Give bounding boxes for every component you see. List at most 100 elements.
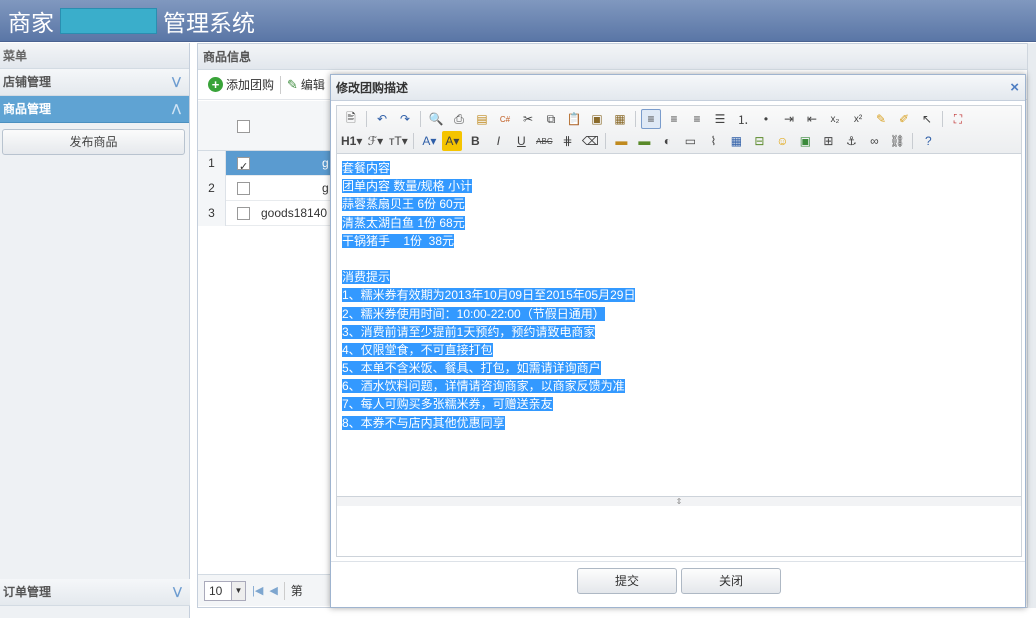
- cut-icon[interactable]: ✂: [518, 109, 538, 129]
- select-all-checkbox[interactable]: [237, 120, 250, 133]
- table-row[interactable]: 3 goods18140: [198, 201, 338, 226]
- page-size-value: 10: [209, 583, 223, 598]
- sidebar-group-orders[interactable]: 订单管理 ⋁: [0, 579, 190, 606]
- close-icon[interactable]: ×: [1010, 75, 1019, 101]
- template-icon[interactable]: ▤: [472, 109, 492, 129]
- submit-button[interactable]: 提交: [577, 568, 677, 594]
- sidebar-group-shop[interactable]: 店铺管理 ⋁: [0, 69, 189, 96]
- table-row[interactable]: 2 g: [198, 176, 338, 201]
- image-icon[interactable]: ▬: [611, 131, 631, 151]
- multi-image-icon[interactable]: ▬: [634, 131, 654, 151]
- eraser-icon[interactable]: ⌫: [580, 131, 600, 151]
- anchor-icon[interactable]: ⚓: [841, 131, 861, 151]
- edit-description-dialog: 修改团购描述 × 🖹 ↶ ↷ 🔍 ⎙ ▤ C# ✂ ⧉ 📋 ▣ ▦ ≡ ≡ ≡ …: [330, 74, 1026, 608]
- paste-icon[interactable]: 📋: [564, 109, 584, 129]
- pager-divider: [283, 581, 285, 600]
- content-line: 蒜蓉蒸扇贝王 6份 60元: [342, 197, 465, 212]
- first-page-icon[interactable]: |◀: [252, 584, 263, 597]
- sidebar-group-goods[interactable]: 商品管理 ⋀: [0, 96, 189, 123]
- edit-button[interactable]: ✎ 编辑: [287, 76, 325, 93]
- source-icon[interactable]: 🖹: [341, 109, 361, 129]
- sidebar-group-label: 订单管理: [3, 585, 52, 599]
- add-group-buy-button[interactable]: + 添加团购: [208, 76, 274, 93]
- publish-goods-button[interactable]: 发布商品: [2, 129, 185, 155]
- italic-icon[interactable]: I: [488, 131, 508, 151]
- map-icon[interactable]: ▣: [795, 131, 815, 151]
- justify-icon[interactable]: ☰: [710, 109, 730, 129]
- app-title-left: 商家: [8, 11, 54, 37]
- row-checkbox[interactable]: [237, 207, 250, 220]
- ordered-list-icon[interactable]: ⒈: [733, 109, 753, 129]
- attachment-icon[interactable]: ⌇: [703, 131, 723, 151]
- line-height-icon[interactable]: ⋕: [557, 131, 577, 151]
- media-icon[interactable]: ▭: [680, 131, 700, 151]
- vertical-scrollbar[interactable]: [1027, 43, 1036, 608]
- goods-table: 1 g 2 g 3 goods18140: [198, 101, 338, 226]
- add-icon: +: [208, 77, 223, 92]
- editor-content[interactable]: 套餐内容 团单内容 数量/规格 小计 蒜蓉蒸扇贝王 6份 60元 清蒸太湖白鱼 …: [337, 154, 1021, 496]
- align-center-icon[interactable]: ≡: [664, 109, 684, 129]
- font-family-icon[interactable]: ℱ ▾: [365, 131, 385, 151]
- content-line: 6、酒水饮料问题，详情请咨询商家，以商家反馈为准: [342, 379, 625, 394]
- editor-resize-handle[interactable]: ⇕: [337, 496, 1021, 506]
- page-size-select[interactable]: 10 ▼: [204, 580, 246, 601]
- chevron-down-icon[interactable]: ⋁: [173, 579, 182, 606]
- toolbar-separator: [912, 133, 914, 149]
- select-all-icon[interactable]: ✐: [894, 109, 914, 129]
- indent-icon[interactable]: ⇥: [779, 109, 799, 129]
- font-color-icon[interactable]: A ▾: [419, 131, 439, 151]
- chevron-up-icon[interactable]: ⋀: [172, 96, 181, 123]
- superscript-icon[interactable]: x²: [848, 109, 868, 129]
- content-line: 团单内容 数量/规格 小计: [342, 179, 473, 194]
- align-left-icon[interactable]: ≡: [641, 109, 661, 129]
- row-checkbox[interactable]: [237, 182, 250, 195]
- row-number: 1: [198, 151, 226, 176]
- redo-icon[interactable]: ↷: [395, 109, 415, 129]
- toolbar-separator: [942, 111, 943, 127]
- highlight-icon[interactable]: A ▾: [442, 131, 463, 151]
- flash-icon[interactable]: ◐: [657, 131, 677, 151]
- outdent-icon[interactable]: ⇤: [802, 109, 822, 129]
- chevron-down-icon[interactable]: ⋁: [172, 69, 181, 96]
- editor-toolbar-row-2: H1 ▾ ℱ ▾ тT ▾ A ▾ A ▾ B I U ABC ⋕ ⌫ ▬ ▬ ◐ ▭ ⌇…: [341, 130, 1017, 152]
- code-icon[interactable]: C#: [495, 109, 515, 129]
- bold-icon[interactable]: B: [465, 131, 485, 151]
- prev-page-icon[interactable]: ◀: [269, 584, 277, 597]
- app-title-right: 管理系统: [163, 11, 255, 37]
- row-number: 2: [198, 176, 226, 201]
- copy-icon[interactable]: ⧉: [541, 109, 561, 129]
- insert-hr-icon[interactable]: ⊟: [749, 131, 769, 151]
- fullscreen-icon[interactable]: ⛶: [948, 109, 968, 129]
- heading-icon[interactable]: H1 ▾: [341, 131, 362, 151]
- paste-text-icon[interactable]: ▣: [587, 109, 607, 129]
- panel-title: 商品信息: [198, 44, 1035, 70]
- pagination-bar: 10 ▼ |◀ ◀ 第: [198, 574, 338, 606]
- font-size-icon[interactable]: тT ▾: [388, 131, 408, 151]
- preview-icon[interactable]: 🔍: [426, 109, 446, 129]
- unordered-list-icon[interactable]: •: [756, 109, 776, 129]
- toolbar-divider: [280, 75, 282, 94]
- subscript-icon[interactable]: x₂: [825, 109, 845, 129]
- row-name: g: [322, 181, 329, 195]
- undo-icon[interactable]: ↶: [372, 109, 392, 129]
- unlink-icon[interactable]: ⛓: [887, 131, 907, 151]
- close-button[interactable]: 关闭: [681, 568, 781, 594]
- paste-word-icon[interactable]: ▦: [610, 109, 630, 129]
- strikethrough-icon[interactable]: ABC: [534, 131, 554, 151]
- pointer-icon[interactable]: ↖: [917, 109, 937, 129]
- help-icon[interactable]: ?: [918, 131, 938, 151]
- page-break-icon[interactable]: ⊞: [818, 131, 838, 151]
- sidebar-title: 菜单: [0, 43, 189, 69]
- emoticon-icon[interactable]: ☺: [772, 131, 792, 151]
- print-icon[interactable]: ⎙: [449, 109, 469, 129]
- table-row[interactable]: 1 g: [198, 151, 338, 180]
- underline-icon[interactable]: U: [511, 131, 531, 151]
- dialog-footer: 提交 关闭: [331, 561, 1025, 607]
- align-right-icon[interactable]: ≡: [687, 109, 707, 129]
- link-icon[interactable]: ∞: [864, 131, 884, 151]
- clear-format-icon[interactable]: ✎: [871, 109, 891, 129]
- content-line: 1、糯米券有效期为2013年10月09日至2015年05月29日: [342, 288, 636, 303]
- table-icon[interactable]: ▦: [726, 131, 746, 151]
- chevron-down-icon[interactable]: ▼: [231, 581, 245, 600]
- row-checkbox[interactable]: [237, 155, 250, 180]
